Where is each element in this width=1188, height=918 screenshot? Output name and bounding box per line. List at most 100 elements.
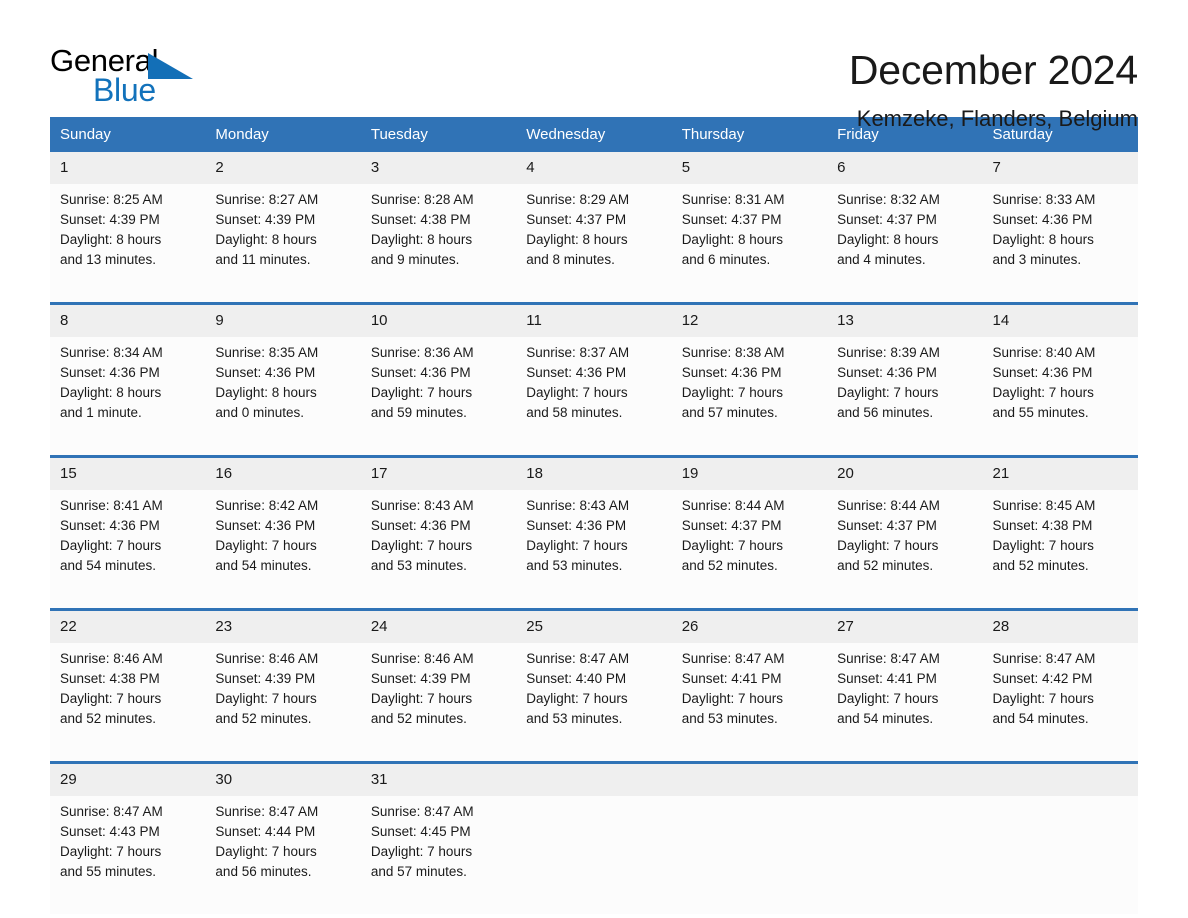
day-detail-line: Sunrise: 8:38 AM xyxy=(681,345,785,360)
day-cell-27[interactable]: Sunrise: 8:47 AM Sunset: 4:41 PM Daylight:… xyxy=(827,643,983,761)
day-number-2[interactable]: 2 xyxy=(205,152,361,184)
calendar-table: Sunday Monday Tuesday Wednesday Thursday Frid… xyxy=(50,117,1138,914)
day-cell-3[interactable]: Sunrise: 8:28 AM Sunset: 4:38 PM Daylight:… xyxy=(360,184,517,302)
day-number-7[interactable]: 7 xyxy=(982,152,1138,184)
day-cell-8[interactable]: Sunrise: 8:34 AM Sunset: 4:36 PM Daylight:… xyxy=(50,337,206,455)
day-detail-line: Sunrise: 8:43 AM xyxy=(526,498,630,513)
day-detail-line: Sunset: 4:36 PM xyxy=(60,365,160,380)
day-number-27[interactable]: 27 xyxy=(827,611,983,643)
day-number-22[interactable]: 22 xyxy=(50,611,206,643)
day-cell-17[interactable]: Sunrise: 8:43 AM Sunset: 4:36 PM Daylight:… xyxy=(360,490,517,608)
day-cell-25[interactable]: Sunrise: 8:47 AM Sunset: 4:40 PM Daylight:… xyxy=(516,643,672,761)
day-cell-31[interactable]: Sunrise: 8:47 AM Sunset: 4:45 PM Daylight:… xyxy=(360,796,517,914)
day-cell-4[interactable]: Sunrise: 8:29 AM Sunset: 4:37 PM Daylight:… xyxy=(516,184,672,302)
day-number-30[interactable]: 30 xyxy=(205,764,361,796)
day-cell-13[interactable]: Sunrise: 8:39 AM Sunset: 4:36 PM Daylight:… xyxy=(827,337,983,455)
day-number-25[interactable]: 25 xyxy=(516,611,672,643)
day-number-11[interactable]: 11 xyxy=(516,305,672,337)
day-number-17[interactable]: 17 xyxy=(360,458,517,490)
day-number-8[interactable]: 8 xyxy=(50,305,206,337)
day-detail-line: Sunset: 4:39 PM xyxy=(370,671,471,686)
day-detail-line: Sunrise: 8:47 AM xyxy=(60,804,163,819)
day-detail-line: Sunset: 4:36 PM xyxy=(837,365,937,380)
day-detail-line: Sunset: 4:36 PM xyxy=(526,518,627,533)
day-cell-18[interactable]: Sunrise: 8:43 AM Sunset: 4:36 PM Daylight:… xyxy=(516,490,672,608)
day-cell-6[interactable]: Sunrise: 8:32 AM Sunset: 4:37 PM Daylight:… xyxy=(827,184,983,302)
day-detail-line: Sunset: 4:43 PM xyxy=(60,824,160,839)
day-cell-28[interactable]: Sunrise: 8:47 AM Sunset: 4:42 PM Daylight:… xyxy=(982,643,1138,761)
day-detail-line: Daylight: 7 hours xyxy=(681,538,783,553)
day-number-29[interactable]: 29 xyxy=(50,764,206,796)
calendar-body: 1 2 3 4 5 6 7 Sunrise: 8:25 AM Sunset: 4:39 PM Da… xyxy=(50,152,1138,914)
day-detail-line: Sunset: 4:36 PM xyxy=(992,365,1093,380)
day-number-28[interactable]: 28 xyxy=(982,611,1138,643)
day-number-4[interactable]: 4 xyxy=(516,152,672,184)
day-cell-24[interactable]: Sunrise: 8:46 AM Sunset: 4:39 PM Daylight:… xyxy=(360,643,517,761)
day-detail-line: Sunrise: 8:47 AM xyxy=(837,651,940,666)
day-cell-16[interactable]: Sunrise: 8:42 AM Sunset: 4:36 PM Daylight:… xyxy=(205,490,361,608)
day-detail-line: and 0 minutes. xyxy=(215,405,304,420)
day-cell-7[interactable]: Sunrise: 8:33 AM Sunset: 4:36 PM Daylight:… xyxy=(982,184,1138,302)
day-number-26[interactable]: 26 xyxy=(671,611,828,643)
day-number-5[interactable]: 5 xyxy=(671,152,828,184)
day-cell-20[interactable]: Sunrise: 8:44 AM Sunset: 4:37 PM Daylight:… xyxy=(827,490,983,608)
day-cell-11[interactable]: Sunrise: 8:37 AM Sunset: 4:36 PM Daylight:… xyxy=(516,337,672,455)
day-number-21[interactable]: 21 xyxy=(982,458,1138,490)
day-detail-line: Daylight: 7 hours xyxy=(526,538,628,553)
day-cell-30[interactable]: Sunrise: 8:47 AM Sunset: 4:44 PM Daylight:… xyxy=(205,796,361,914)
day-number-24[interactable]: 24 xyxy=(360,611,517,643)
day-cell-5[interactable]: Sunrise: 8:31 AM Sunset: 4:37 PM Daylight:… xyxy=(671,184,828,302)
day-detail-line: Sunrise: 8:37 AM xyxy=(526,345,630,360)
day-detail-line: Sunrise: 8:47 AM xyxy=(215,804,319,819)
day-detail-line: Sunrise: 8:40 AM xyxy=(992,345,1096,360)
day-number-14[interactable]: 14 xyxy=(982,305,1138,337)
day-cell-23[interactable]: Sunrise: 8:46 AM Sunset: 4:39 PM Daylight:… xyxy=(205,643,361,761)
day-detail-line: and 6 minutes. xyxy=(681,252,771,267)
day-detail-line: Daylight: 7 hours xyxy=(837,538,939,553)
day-detail-line: and 58 minutes. xyxy=(526,405,623,420)
day-detail-row: Sunrise: 8:34 AM Sunset: 4:36 PM Daylight:… xyxy=(50,337,1138,455)
day-detail-line: Sunrise: 8:42 AM xyxy=(215,498,319,513)
day-detail-line: Sunrise: 8:45 AM xyxy=(992,498,1096,513)
day-detail-line: Sunrise: 8:46 AM xyxy=(215,651,319,666)
day-detail-line: and 1 minute. xyxy=(60,405,142,420)
day-number-20[interactable]: 20 xyxy=(827,458,983,490)
day-number-6[interactable]: 6 xyxy=(827,152,983,184)
day-detail-line: Sunset: 4:37 PM xyxy=(681,518,782,533)
day-cell-15[interactable]: Sunrise: 8:41 AM Sunset: 4:36 PM Daylight:… xyxy=(50,490,206,608)
day-cell-12[interactable]: Sunrise: 8:38 AM Sunset: 4:36 PM Daylight:… xyxy=(671,337,828,455)
day-cell-14[interactable]: Sunrise: 8:40 AM Sunset: 4:36 PM Daylight:… xyxy=(982,337,1138,455)
calendar-container: Sunday Monday Tuesday Wednesday Thursday Frid… xyxy=(50,117,1138,914)
day-cell-19[interactable]: Sunrise: 8:44 AM Sunset: 4:37 PM Daylight:… xyxy=(671,490,828,608)
day-detail-line: Sunrise: 8:43 AM xyxy=(370,498,474,513)
day-detail-line: Sunrise: 8:29 AM xyxy=(526,192,630,207)
day-number-18[interactable]: 18 xyxy=(516,458,672,490)
day-detail-line: Daylight: 7 hours xyxy=(992,385,1094,400)
day-cell-empty xyxy=(516,796,672,914)
day-detail-line: Daylight: 8 hours xyxy=(370,232,473,247)
day-cell-29[interactable]: Sunrise: 8:47 AM Sunset: 4:43 PM Daylight:… xyxy=(50,796,206,914)
day-number-row: 22 23 24 25 26 27 28 xyxy=(50,611,1138,643)
day-detail-line: Sunset: 4:39 PM xyxy=(215,671,316,686)
day-number-19[interactable]: 19 xyxy=(671,458,828,490)
day-number-13[interactable]: 13 xyxy=(827,305,983,337)
day-cell-26[interactable]: Sunrise: 8:47 AM Sunset: 4:41 PM Daylight:… xyxy=(671,643,828,761)
day-detail-line: Sunset: 4:41 PM xyxy=(837,671,937,686)
general-blue-logo: General Blue xyxy=(50,44,200,107)
day-number-23[interactable]: 23 xyxy=(205,611,361,643)
day-number-12[interactable]: 12 xyxy=(671,305,828,337)
day-number-10[interactable]: 10 xyxy=(360,305,517,337)
day-cell-2[interactable]: Sunrise: 8:27 AM Sunset: 4:39 PM Daylight:… xyxy=(205,184,361,302)
day-number-1[interactable]: 1 xyxy=(50,152,206,184)
day-number-16[interactable]: 16 xyxy=(205,458,361,490)
day-cell-10[interactable]: Sunrise: 8:36 AM Sunset: 4:36 PM Daylight:… xyxy=(360,337,517,455)
day-number-31[interactable]: 31 xyxy=(360,764,517,796)
day-number-15[interactable]: 15 xyxy=(50,458,206,490)
day-cell-21[interactable]: Sunrise: 8:45 AM Sunset: 4:38 PM Daylight:… xyxy=(982,490,1138,608)
day-detail-line: Daylight: 7 hours xyxy=(526,691,628,706)
day-cell-9[interactable]: Sunrise: 8:35 AM Sunset: 4:36 PM Daylight:… xyxy=(205,337,361,455)
day-number-3[interactable]: 3 xyxy=(360,152,517,184)
day-number-9[interactable]: 9 xyxy=(205,305,361,337)
day-cell-22[interactable]: Sunrise: 8:46 AM Sunset: 4:38 PM Daylight:… xyxy=(50,643,206,761)
day-cell-1[interactable]: Sunrise: 8:25 AM Sunset: 4:39 PM Daylight:… xyxy=(50,184,206,302)
